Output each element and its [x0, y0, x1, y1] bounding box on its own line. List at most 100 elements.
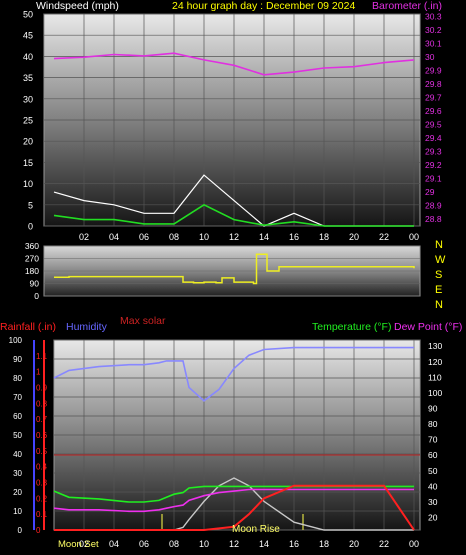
- compass-letter: N: [435, 239, 443, 251]
- wind-tick-label: 15: [23, 158, 33, 168]
- barometer-tick-label: 29.6: [425, 106, 442, 116]
- barometer-tick-label: 28.8: [425, 214, 442, 224]
- dewpoint-axis-title: Dew Point (°F): [394, 321, 462, 333]
- wind-axis-labels: 0 5 10 15 20 25 30 35 40 45 50: [23, 10, 33, 232]
- compass-letter: N: [435, 299, 443, 311]
- barometer-tick-label: 29.2: [425, 160, 442, 170]
- temperature-tick-label: 50: [428, 466, 438, 476]
- hour-tick-label: 18: [319, 539, 329, 549]
- hour-tick-label: 10: [199, 232, 209, 242]
- humidity-tick-label: 70: [13, 393, 22, 402]
- winddir-tick-label: 360: [25, 241, 39, 251]
- temperature-tick-label: 90: [428, 404, 438, 414]
- hour-tick-label: 14: [259, 232, 269, 242]
- winddir-tick-label: 0: [34, 291, 39, 301]
- rainfall-tick-label: 0: [36, 526, 41, 535]
- humidity-tick-label: 40: [13, 450, 22, 459]
- moonset-label: Moon Set: [58, 539, 99, 550]
- barometer-tick-label: 29.4: [425, 133, 442, 143]
- maxsolar-axis-title: Max solar: [120, 315, 166, 327]
- wind-tick-label: 30: [23, 94, 33, 104]
- humidity-tick-label: 50: [13, 431, 22, 440]
- barometer-tick-label: 28.9: [425, 201, 442, 211]
- hour-tick-label: 22: [379, 539, 389, 549]
- wind-tick-label: 35: [23, 73, 33, 83]
- hour-tick-label: 12: [229, 232, 239, 242]
- wind-tick-label: 5: [28, 200, 33, 210]
- weather-graph: 05101520253035404550 28.828.92929.129.22…: [0, 0, 462, 550]
- wind-axis-title: Windspeed (mph): [36, 0, 119, 12]
- barometer-tick-label: 30: [425, 52, 435, 62]
- barometer-axis-title: Barometer (.in): [372, 0, 442, 12]
- hour-tick-label: 18: [319, 232, 329, 242]
- hour-tick-label: 20: [349, 232, 359, 242]
- wind-tick-label: 50: [23, 10, 33, 20]
- compass-letter: W: [435, 254, 446, 266]
- barometer-tick-label: 29.7: [425, 93, 442, 103]
- hour-tick-label: 06: [139, 232, 149, 242]
- barometer-tick-label: 29: [425, 187, 435, 197]
- rainfall-axis-title: Rainfall (.in): [0, 321, 56, 333]
- barometer-tick-label: 29.3: [425, 147, 442, 157]
- panel3-hour-labels: 02 04 06 08 10 12 14 16 18 20 22 00: [79, 539, 419, 549]
- humidity-tick-label: 0: [18, 526, 23, 535]
- wind-direction-panel: 090180270360 NWSEN: [25, 239, 446, 311]
- temperature-tick-label: 100: [428, 388, 442, 398]
- temperature-tick-label: 40: [428, 481, 438, 491]
- wind-tick-label: 10: [23, 179, 33, 189]
- barometer-tick-label: 29.1: [425, 174, 442, 184]
- moonrise-label: Moon Rise: [232, 524, 280, 535]
- humidity-tick-label: 10: [13, 507, 22, 516]
- humidity-tick-label: 90: [13, 355, 22, 364]
- temperature-tick-label: 30: [428, 497, 438, 507]
- compass-labels: NWSEN: [435, 239, 446, 311]
- hour-tick-label: 04: [109, 232, 119, 242]
- hour-tick-label: 06: [139, 539, 149, 549]
- humidity-tick-label: 30: [13, 469, 22, 478]
- rainfall-tick-label: 0.1: [36, 510, 48, 519]
- temperature-tick-label: 70: [428, 435, 438, 445]
- wind-tick-label: 25: [23, 116, 33, 126]
- hour-tick-label: 12: [229, 539, 239, 549]
- temperature-tick-label: 80: [428, 419, 438, 429]
- hour-tick-label: 04: [109, 539, 119, 549]
- hour-tick-label: 16: [289, 539, 299, 549]
- temperature-axis-labels: 20 30 40 50 60 70 80 90 100 110 120 130: [428, 341, 442, 522]
- temperature-tick-label: 60: [428, 450, 438, 460]
- rainfall-tick-label: 1: [36, 368, 41, 377]
- hour-tick-label: 16: [289, 232, 299, 242]
- hour-tick-label: 00: [409, 539, 419, 549]
- winddir-tick-label: 90: [30, 279, 40, 289]
- compass-letter: E: [435, 284, 442, 296]
- compass-letter: S: [435, 269, 442, 281]
- rainfall-tick-label: 0.3: [36, 479, 48, 488]
- temperature-humidity-panel: 0102030405060708090100 00.10.20.30.40.50…: [9, 336, 443, 549]
- barometer-tick-label: 30.2: [425, 25, 442, 35]
- barometer-axis-labels: 28.8 28.9 29 29.1 29.2 29.3 29.4 29.5 29.6 29.7 29…: [425, 12, 442, 225]
- humidity-tick-label: 80: [13, 374, 22, 383]
- winddir-tick-label: 270: [25, 254, 39, 264]
- rainfall-tick-label: 0.6: [36, 431, 48, 440]
- panel1-hour-labels: 02 04 06 08 10 12 14 16 18 20 22 00: [79, 232, 419, 242]
- rainfall-tick-label: 0.9: [36, 384, 48, 393]
- humidity-tick-label: 20: [13, 488, 22, 497]
- humidity-axis-title: Humidity: [66, 321, 108, 333]
- hour-tick-label: 08: [169, 539, 179, 549]
- humidity-tick-label: 100: [9, 336, 23, 345]
- rainfall-axis-labels: 0 0.1 0.2 0.3 0.4 0.5 0.6 0.7 0.8 0.9 1 1.1: [36, 352, 48, 535]
- wind-tick-label: 0: [28, 222, 33, 232]
- rainfall-tick-label: 0.5: [36, 447, 48, 456]
- hour-tick-label: 08: [169, 232, 179, 242]
- temperature-axis-title: Temperature (°F): [312, 321, 391, 333]
- graph-title: 24 hour graph day : December 09 2024: [172, 0, 355, 12]
- barometer-tick-label: 29.5: [425, 120, 442, 130]
- rainfall-tick-label: 1.1: [36, 352, 48, 361]
- winddir-tick-label: 180: [25, 266, 39, 276]
- temperature-tick-label: 120: [428, 357, 442, 367]
- wind-tick-label: 40: [23, 52, 33, 62]
- barometer-tick-label: 30.1: [425, 39, 442, 49]
- wind-tick-label: 45: [23, 31, 33, 41]
- humidity-tick-label: 60: [13, 412, 22, 421]
- hour-tick-label: 00: [409, 232, 419, 242]
- temperature-tick-label: 20: [428, 513, 438, 523]
